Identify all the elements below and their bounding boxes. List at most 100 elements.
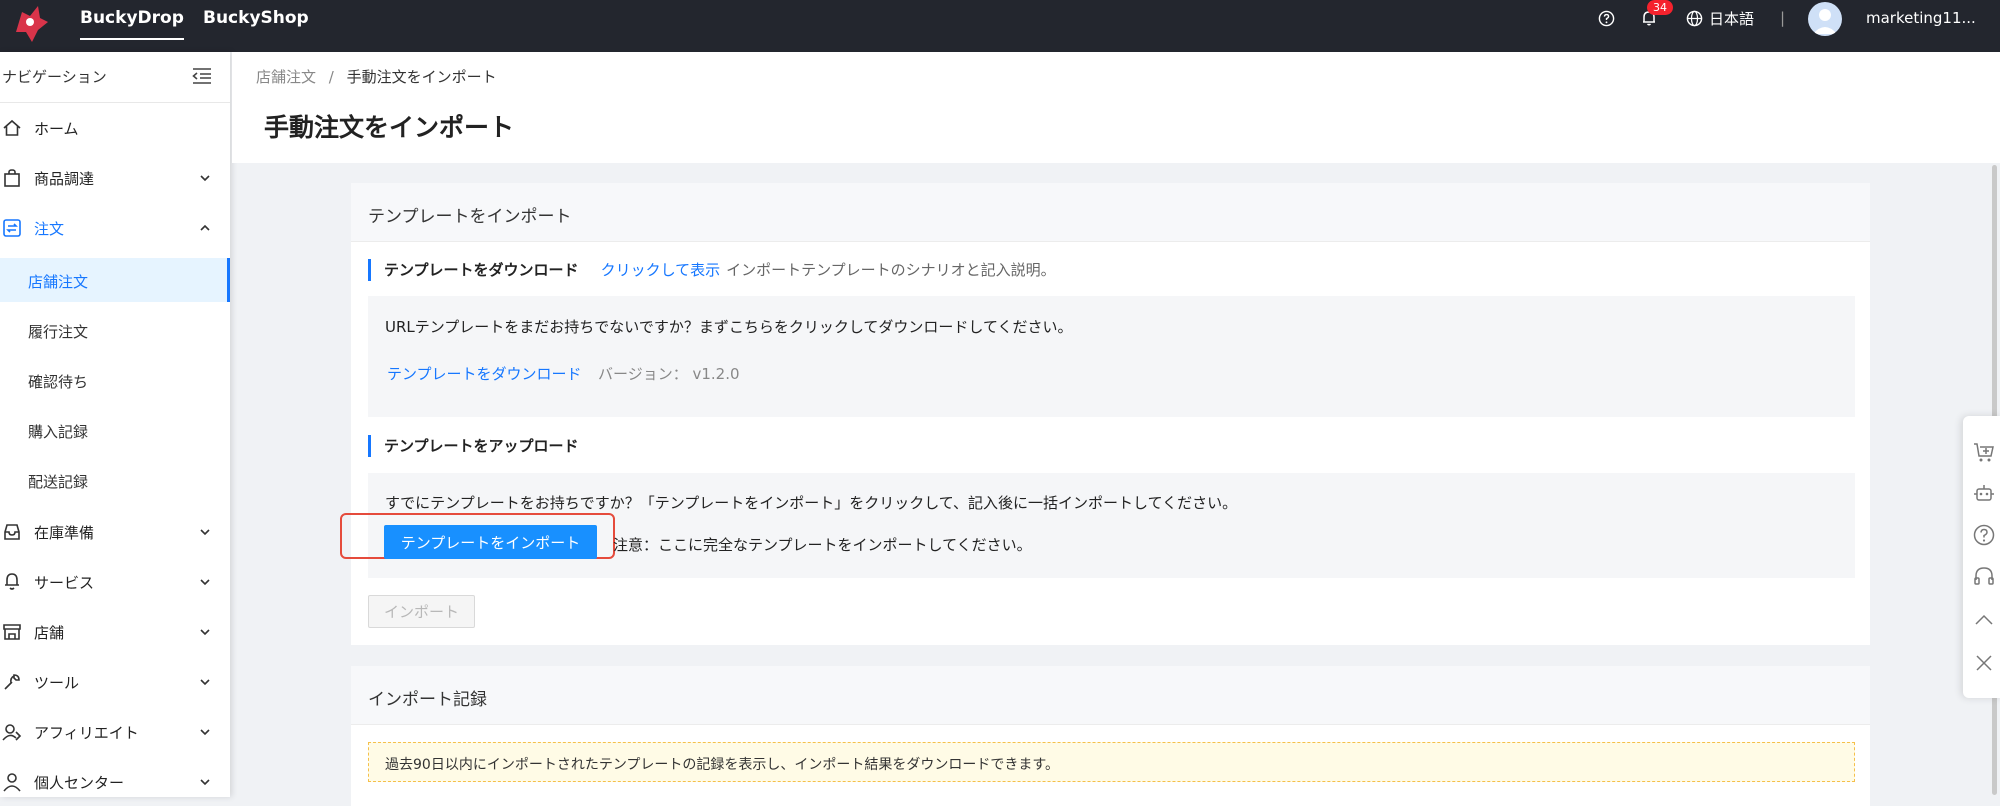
sidebar-item-services[interactable]: サービス [0,560,230,604]
sidebar-title: ナビゲーション [2,68,107,86]
sidebar-item-label: ホーム [34,120,79,138]
question-circle-icon [1598,10,1615,26]
download-template-link[interactable]: テンプレートをダウンロード [387,363,582,384]
language-selector[interactable]: 日本語 [1686,0,1754,36]
cart-add-icon[interactable] [1972,440,1996,464]
user-name[interactable]: marketing11... [1866,0,1976,36]
nav-buckyshop[interactable]: BuckyShop [203,0,309,52]
chevron-down-icon [200,779,210,786]
page-header: 店舗注文 / 手動注文をインポート 手動注文をインポート [232,52,2000,163]
section-title-text: テンプレートをダウンロード [384,261,579,279]
nav-buckydrop-label: BuckyDrop [80,8,184,28]
section-title-text: テンプレートをアップロード [384,437,579,455]
instructions-description: インポートテンプレートのシナリオと記入説明。 [726,261,1056,279]
chevron-down-icon [200,679,210,686]
sidebar-header: ナビゲーション [0,66,230,90]
sidebar-item-label: ツール [34,674,80,692]
upload-section-title: テンプレートをアップロード [368,435,579,457]
import-button[interactable]: インポート [368,595,475,628]
import-template-button[interactable]: テンプレートをインポート [384,525,597,559]
sidebar-item-label: 店舗 [34,624,65,642]
import-record-card: インポート記録 過去90日以内にインポートされたテンプレートの記録を表示し、イン… [351,666,1870,806]
view-instructions-link[interactable]: クリックして表示 [601,261,721,279]
chevron-down-icon [200,729,210,736]
help-circle-icon[interactable] [1972,523,1996,547]
download-prompt: URLテンプレートをまだお持ちでないですか？まずこちらをクリックしてダウンロード… [385,318,1073,336]
breadcrumb-parent-link[interactable]: 店舗注文 [256,68,316,86]
sidebar-subitem-label: 確認待ち [28,373,89,391]
inbox-icon [4,524,20,540]
sidebar-item-label: サービス [34,574,95,592]
sidebar-item-label: 個人センター [34,774,125,792]
sidebar-item-home[interactable]: ホーム [0,106,230,150]
chevron-up-icon [200,224,210,231]
sidebar-subitem-fulfillment-orders[interactable]: 履行注文 [0,308,230,352]
back-to-top-icon[interactable] [1972,608,1996,632]
close-icon[interactable] [1972,651,1996,675]
topbar-separator: | [1780,9,1786,27]
info-notice: 過去90日以内にインポートされたテンプレートの記録を表示し、インポート結果をダウ… [368,742,1855,782]
sidebar-subitem-label: 配送記録 [28,473,89,491]
avatar-person-icon [1813,9,1837,34]
sidebar-item-sourcing[interactable]: 商品調達 [0,156,230,200]
sidebar-item-label: 商品調達 [34,170,95,188]
sidebar-item-personal-center[interactable]: 個人センター [0,760,230,804]
floating-toolbar [1963,416,2000,698]
card-header: テンプレートをインポート [351,183,1870,242]
sidebar-item-label: 注文 [34,220,65,238]
shopping-bag-icon [4,169,20,187]
upload-prompt: すでにテンプレートをお持ちですか？「テンプレートをインポート」をクリックして、記… [385,494,1238,512]
sidebar-item-affiliate[interactable]: アフィリエイト [0,710,230,754]
order-icon [3,219,21,237]
store-icon [3,624,21,640]
wrench-icon [4,674,20,690]
sidebar-item-tools[interactable]: ツール [0,660,230,704]
headset-icon[interactable] [1972,565,1996,589]
robot-icon[interactable] [1972,481,1996,505]
breadcrumb: 店舗注文 / 手動注文をインポート [256,66,497,87]
active-nav-underline [80,38,184,40]
sidebar-divider [0,102,230,103]
language-label: 日本語 [1709,9,1755,28]
sidebar-item-label: 在庫準備 [34,524,95,542]
sidebar-subitem-label: 購入記録 [28,423,89,441]
breadcrumb-separator: / [328,68,334,86]
import-template-card: テンプレートをインポート テンプレートをダウンロード クリックして表示 インポートテ… [340,183,1870,645]
upload-box: すでにテンプレートをお持ちですか？「テンプレートをインポート」をクリックして、記… [340,473,1855,578]
chevron-down-icon [200,629,210,636]
chevron-down-icon [200,579,210,586]
sidebar-subitem-label: 履行注文 [28,323,89,341]
avatar[interactable] [1808,2,1842,36]
upload-note: 注意：ここに完全なテンプレートをインポートしてください。 [613,536,1032,554]
globe-icon [1686,10,1703,26]
buckydrop-logo-icon[interactable] [8,2,50,44]
sidebar-subitem-store-orders[interactable]: 店舗注文 [0,258,230,302]
affiliate-icon [2,724,22,741]
sidebar-subitem-label: 店舗注文 [28,273,89,291]
page-title: 手動注文をインポート [264,113,515,142]
top-bar: BuckyDrop BuckyShop 34 日本語 | marketing11… [0,0,2000,52]
template-version: バージョン： v1.2.0 [598,365,740,383]
sidebar-subitem-purchase-records[interactable]: 購入記録 [0,408,230,452]
service-icon [5,573,19,590]
sidebar: ナビゲーション ホーム 商品調達 注文 店舗注文 履行注文 確認待ち 購入記録 … [0,52,230,797]
breadcrumb-current: 手動注文をインポート [346,68,497,86]
chevron-down-icon [200,529,210,536]
sidebar-subitem-shipping-records[interactable]: 配送記録 [0,458,230,502]
card-title: インポート記録 [368,690,487,710]
home-icon [3,119,21,136]
collapse-menu-icon[interactable] [192,68,212,84]
sidebar-item-inventory[interactable]: 在庫準備 [0,510,230,554]
sidebar-item-label: アフィリエイト [34,724,139,742]
download-box: URLテンプレートをまだお持ちでないですか？まずこちらをクリックしてダウンロード… [368,296,1855,417]
card-title: テンプレートをインポート [368,207,572,227]
user-icon [3,773,21,792]
card-header: インポート記録 [351,666,1870,725]
help-button[interactable] [1598,0,1615,36]
chevron-down-icon [200,175,210,182]
nav-buckydrop[interactable]: BuckyDrop [80,0,184,52]
sidebar-item-orders[interactable]: 注文 [0,206,230,250]
sidebar-item-stores[interactable]: 店舗 [0,610,230,654]
notification-badge: 34 [1647,0,1673,15]
sidebar-subitem-pending-confirmation[interactable]: 確認待ち [0,358,230,402]
